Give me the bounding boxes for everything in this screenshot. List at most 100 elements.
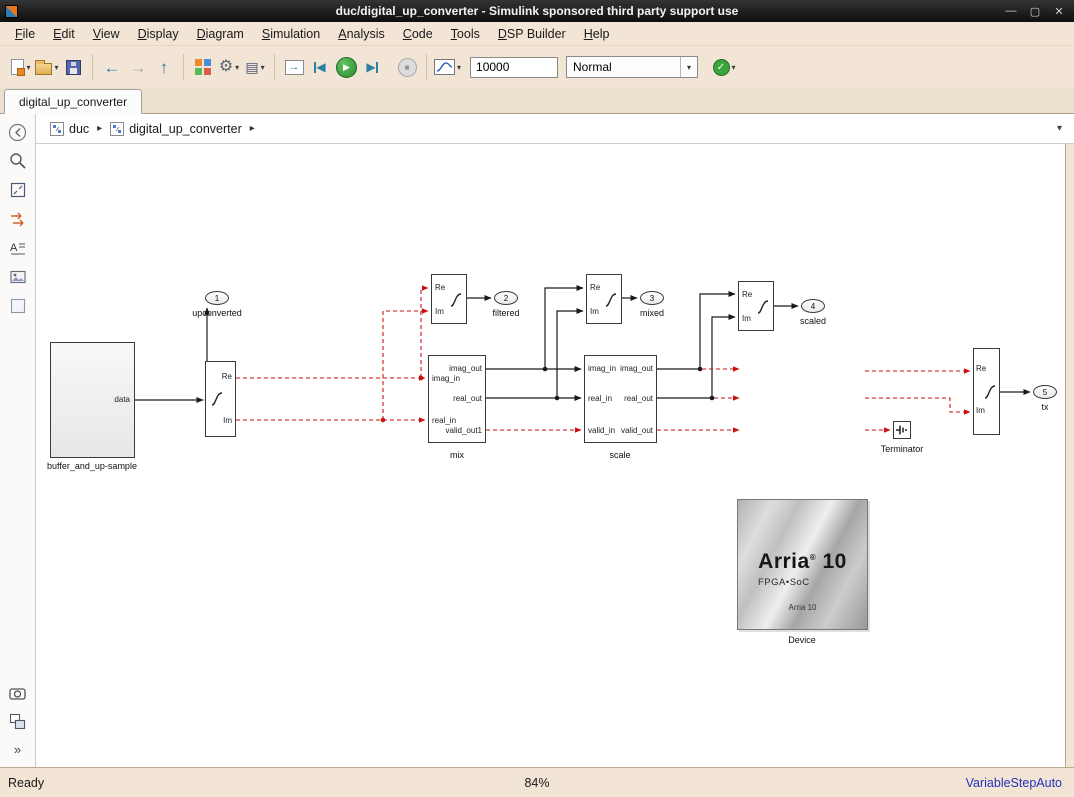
hide-browser-icon[interactable] — [8, 122, 28, 142]
menu-dsp-builder[interactable]: DSP Builder — [489, 24, 575, 44]
toolbar-separator — [183, 54, 184, 80]
zoom-icon[interactable] — [8, 151, 28, 171]
outport-1[interactable]: 1 — [205, 291, 229, 305]
breadcrumb-dropdown-icon[interactable]: ▾ — [1057, 123, 1062, 134]
menu-code[interactable]: Code — [394, 24, 442, 44]
step-bar-icon — [376, 62, 378, 73]
step-forward-button[interactable]: ▶ — [360, 53, 384, 81]
image-icon[interactable] — [8, 267, 28, 287]
block-name: scale — [609, 450, 630, 460]
maximize-icon[interactable]: ▢ — [1028, 5, 1042, 18]
back-button[interactable]: ← — [100, 53, 124, 81]
outport-3[interactable]: 3 — [640, 291, 664, 305]
port-label: real_in — [432, 417, 456, 425]
block-mix-subsystem[interactable]: imag_out imag_in real_out real_in valid_… — [428, 355, 486, 443]
new-model-icon — [11, 59, 24, 75]
model-icon — [50, 122, 64, 136]
stop-button[interactable]: ■ — [395, 53, 419, 81]
port-label: real_out — [624, 395, 653, 403]
fit-to-view-icon[interactable] — [8, 180, 28, 200]
run-button[interactable]: ▶ — [334, 53, 358, 81]
save-button[interactable] — [61, 53, 85, 81]
port-label: real_out — [453, 395, 482, 403]
chevron-down-icon: ▾ — [235, 63, 239, 72]
forward-button[interactable]: → — [126, 53, 150, 81]
device-brand: Arria® 10 — [738, 550, 867, 574]
chevron-down-icon: ▾ — [26, 63, 30, 72]
menu-tools[interactable]: Tools — [442, 24, 489, 44]
port-label: Im — [435, 308, 444, 316]
signal-route-icon[interactable] — [8, 209, 28, 229]
menu-display[interactable]: Display — [129, 24, 188, 44]
port-label: Re — [222, 373, 232, 381]
port-label: Re — [742, 291, 752, 299]
window-title: duc/digital_up_converter - Simulink spon… — [0, 4, 1074, 18]
library-browser-icon — [195, 59, 211, 75]
solver-name[interactable]: VariableStepAuto — [966, 776, 1062, 790]
block-real-imag-to-complex-tx[interactable]: Re Im — [973, 348, 1000, 435]
data-inspector-button[interactable]: → — [282, 53, 306, 81]
menu-simulation[interactable]: Simulation — [253, 24, 329, 44]
stop-icon: ■ — [398, 58, 417, 77]
port-label: Re — [976, 365, 986, 373]
menu-edit[interactable]: Edit — [44, 24, 84, 44]
model-configuration-button[interactable]: ⚙ ▾ — [217, 53, 241, 81]
block-complex-to-real-imag[interactable]: Re Im — [205, 361, 236, 437]
toolbar-separator — [92, 54, 93, 80]
block-device-arria10[interactable]: Arria® 10 FPGA•SoC Arria 10 — [737, 499, 868, 630]
breadcrumb-label: duc — [69, 122, 89, 136]
breadcrumb-separator-icon: ▸ — [97, 123, 102, 134]
update-diagram-button[interactable]: ✓ ▾ — [712, 53, 736, 81]
port-label: imag_out — [449, 365, 482, 373]
close-icon[interactable]: ✕ — [1052, 5, 1066, 18]
outport-4[interactable]: 4 — [801, 299, 825, 313]
block-real-imag-to-complex-scaled[interactable]: Re Im — [738, 281, 774, 331]
menu-help[interactable]: Help — [575, 24, 619, 44]
simulation-mode-select[interactable]: Normal ▾ — [566, 56, 698, 78]
expand-palette-icon[interactable]: » — [8, 739, 28, 759]
chevron-down-icon: ▾ — [732, 63, 736, 72]
outport-2[interactable]: 2 — [494, 291, 518, 305]
viewers-icon[interactable] — [8, 683, 28, 703]
model-explorer-button[interactable]: ▤ ▾ — [243, 53, 267, 81]
model-canvas[interactable]: data buffer_and_up-sample Re Im 1 upconv… — [36, 144, 1066, 767]
annotation-icon[interactable]: A — [8, 238, 28, 258]
up-to-parent-button[interactable]: ↑ — [152, 53, 176, 81]
block-scale-subsystem[interactable]: imag_in imag_out real_in real_out valid_… — [584, 355, 657, 443]
outport-5[interactable]: 5 — [1033, 385, 1057, 399]
outport-label: mixed — [640, 308, 664, 318]
block-real-imag-to-complex-mixed[interactable]: Re Im — [586, 274, 622, 324]
menu-diagram[interactable]: Diagram — [188, 24, 253, 44]
chevron-down-icon: ▾ — [457, 63, 461, 72]
area-icon[interactable] — [8, 296, 28, 316]
callouts-icon[interactable] — [8, 711, 28, 731]
library-browser-button[interactable] — [191, 53, 215, 81]
breadcrumb-item-duc[interactable]: duc — [50, 122, 89, 136]
scope-button[interactable]: ▾ — [434, 53, 461, 81]
block-name: buffer_and_up-sample — [47, 461, 137, 471]
run-icon: ▶ — [336, 57, 357, 78]
block-terminator[interactable] — [893, 421, 911, 439]
open-model-button[interactable]: ▾ — [35, 53, 59, 81]
step-forward-icon: ▶ — [366, 61, 375, 73]
block-buffer-and-up-sample[interactable]: data — [50, 342, 135, 458]
port-label: Im — [976, 407, 985, 415]
outport-label: upconverted — [192, 308, 242, 318]
minimize-icon[interactable]: — — [1004, 5, 1018, 18]
menu-file[interactable]: File — [6, 24, 44, 44]
new-model-button[interactable]: ▾ — [9, 53, 33, 81]
forward-arrow-icon: → — [130, 59, 147, 76]
breadcrumb: duc ▸ digital_up_converter ▸ ▾ — [36, 114, 1074, 144]
port-label: Im — [223, 417, 232, 425]
simulation-time-input[interactable] — [470, 57, 558, 78]
menu-analysis[interactable]: Analysis — [329, 24, 394, 44]
block-real-imag-to-complex-filtered[interactable]: Re Im — [431, 274, 467, 324]
breadcrumb-item-digital-up-converter[interactable]: digital_up_converter — [110, 122, 242, 136]
svg-text:A: A — [10, 242, 18, 254]
block-name: Device — [788, 635, 816, 645]
port-label: Re — [435, 284, 445, 292]
tab-digital-up-converter[interactable]: digital_up_converter — [4, 89, 142, 114]
menu-view[interactable]: View — [84, 24, 129, 44]
step-back-button[interactable]: ◀ — [308, 53, 332, 81]
simulation-mode-value: Normal — [567, 60, 680, 74]
